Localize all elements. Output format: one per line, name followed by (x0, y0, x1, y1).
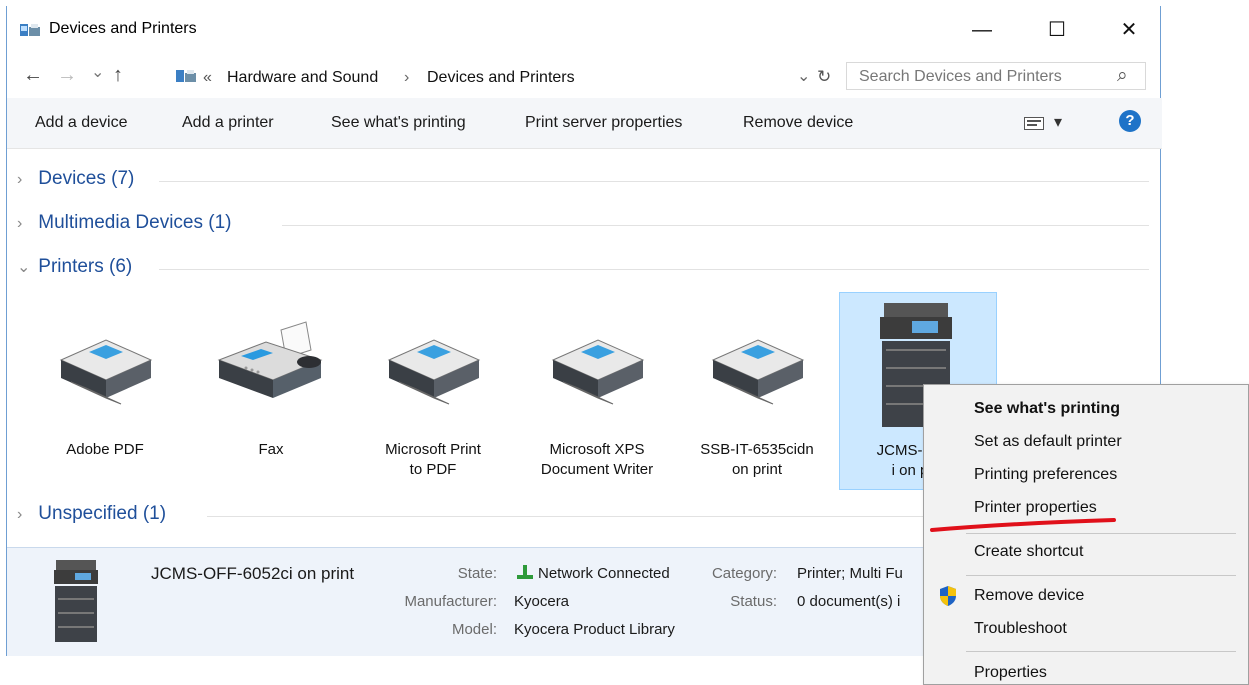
group-unspecified[interactable]: › Unspecified (1) (17, 503, 166, 533)
address-bar[interactable]: « Hardware and Sound › Devices and Print… (170, 62, 840, 92)
help-icon[interactable]: ? (1119, 110, 1141, 132)
fax-icon (217, 321, 323, 398)
maximize-button[interactable]: ☐ (1042, 16, 1072, 44)
manufacturer-label: Manufacturer: (404, 593, 497, 610)
refresh-icon[interactable]: ↻ (817, 67, 831, 87)
printer-icon (711, 339, 805, 405)
menu-separator (966, 575, 1236, 576)
chevron-right-icon: › (17, 215, 23, 232)
printer-icon (551, 339, 645, 405)
menu-item-create-shortcut[interactable]: Create shortcut (974, 543, 1083, 561)
status-value: 0 document(s) i (797, 593, 901, 610)
address-dropdown-chevron-icon[interactable]: ⌄ (797, 66, 810, 86)
red-underline-annotation (930, 518, 1116, 532)
add-device-button[interactable]: Add a device (35, 114, 128, 132)
group-printers-label: Printers (6) (38, 256, 133, 277)
title-bar: Devices and Printers — ☐ ✕ (7, 6, 1162, 52)
menu-item-troubleshoot[interactable]: Troubleshoot (974, 620, 1067, 638)
context-menu: See what's printing Set as default print… (923, 384, 1249, 685)
add-printer-button[interactable]: Add a printer (182, 114, 274, 132)
group-multimedia-devices[interactable]: › Multimedia Devices (1) (17, 212, 232, 242)
window-title: Devices and Printers (49, 20, 197, 37)
back-arrow-icon[interactable]: ← (23, 64, 43, 87)
chevron-right-icon: › (17, 506, 23, 523)
chevron-down-icon: ⌄ (17, 259, 31, 276)
see-whats-printing-button[interactable]: See what's printing (331, 114, 466, 132)
printer-label: Microsoft XPS Document Writer (540, 441, 654, 478)
remove-device-button[interactable]: Remove device (743, 114, 853, 132)
printer-tile-ssb-it-6535cidn[interactable]: SSB-IT-6535cidn on print (687, 292, 827, 490)
search-icon[interactable]: ⌕ (1117, 65, 1128, 87)
menu-item-properties[interactable]: Properties (974, 664, 1047, 682)
model-value: Kyocera Product Library (514, 621, 675, 638)
printer-label: Fax (258, 441, 284, 458)
forward-arrow-icon[interactable]: → (57, 64, 77, 87)
printer-tile-microsoft-xps-document-writer[interactable]: Microsoft XPS Document Writer (527, 292, 667, 490)
command-bar: Add a device Add a printer See what's pr… (7, 98, 1162, 149)
change-view-icon[interactable] (1024, 117, 1044, 130)
printer-icon (59, 339, 153, 405)
menu-item-printer-properties[interactable]: Printer properties (974, 499, 1097, 517)
printer-tile-fax[interactable]: Fax (201, 292, 341, 490)
state-value: Network Connected (538, 565, 670, 582)
breadcrumb-overflow[interactable]: « (203, 69, 212, 87)
menu-item-printing-preferences[interactable]: Printing preferences (974, 466, 1117, 484)
menu-separator (966, 651, 1236, 652)
search-input[interactable]: Search Devices and Printers (859, 68, 1062, 86)
printer-label: SSB-IT-6535cidn on print (700, 441, 814, 478)
breadcrumb-separator: › (404, 69, 410, 86)
search-box[interactable]: Search Devices and Printers ⌕ (846, 62, 1146, 90)
group-divider (159, 269, 1149, 270)
breadcrumb-hardware-and-sound[interactable]: Hardware and Sound (227, 69, 378, 87)
close-button[interactable]: ✕ (1114, 16, 1144, 44)
group-divider (207, 516, 947, 517)
up-arrow-icon[interactable]: ↑ (113, 64, 123, 87)
state-label: State: (457, 565, 497, 582)
recent-locations-chevron-icon[interactable]: ⌄ (91, 62, 104, 82)
devices-printers-location-icon (176, 70, 196, 82)
category-label: Category: (711, 565, 777, 582)
minimize-button[interactable]: — (967, 16, 997, 44)
uac-shield-icon (940, 586, 956, 606)
group-devices-label: Devices (7) (38, 168, 135, 189)
chevron-right-icon: › (17, 171, 23, 188)
devices-printers-app-icon (20, 24, 40, 36)
group-unspecified-label: Unspecified (1) (38, 503, 167, 524)
category-value: Printer; Multi Fu (797, 565, 903, 582)
menu-separator (966, 533, 1236, 534)
model-label: Model: (451, 621, 497, 638)
group-printers[interactable]: ⌄ Printers (6) (17, 256, 132, 286)
manufacturer-value: Kyocera (514, 593, 570, 610)
group-divider (282, 225, 1149, 226)
breadcrumb-devices-and-printers[interactable]: Devices and Printers (427, 69, 575, 87)
menu-item-remove-device[interactable]: Remove device (974, 587, 1084, 605)
group-devices[interactable]: › Devices (7) (17, 168, 134, 198)
group-multimedia-label: Multimedia Devices (1) (38, 212, 232, 233)
printer-tile-microsoft-print-to-pdf[interactable]: Microsoft Print to PDF (363, 292, 503, 490)
network-connected-icon (517, 565, 533, 579)
status-label: Status: (730, 593, 777, 610)
navigation-bar: ← → ⌄ ↑ « Hardware and Sound › Devices a… (7, 52, 1162, 98)
copier-icon (54, 560, 98, 642)
print-server-properties-button[interactable]: Print server properties (525, 114, 682, 132)
printer-label: Microsoft Print to PDF (385, 441, 481, 478)
menu-item-see-whats-printing[interactable]: See what's printing (974, 400, 1120, 418)
printer-tile-adobe-pdf[interactable]: Adobe PDF (35, 292, 175, 490)
menu-item-set-as-default-printer[interactable]: Set as default printer (974, 433, 1122, 451)
printer-icon (387, 339, 481, 405)
selected-device-name: JCMS-OFF-6052ci on print (151, 564, 355, 583)
group-divider (159, 181, 1149, 182)
view-dropdown-icon[interactable]: ▾ (1054, 112, 1062, 132)
printer-label: Adobe PDF (66, 441, 144, 458)
